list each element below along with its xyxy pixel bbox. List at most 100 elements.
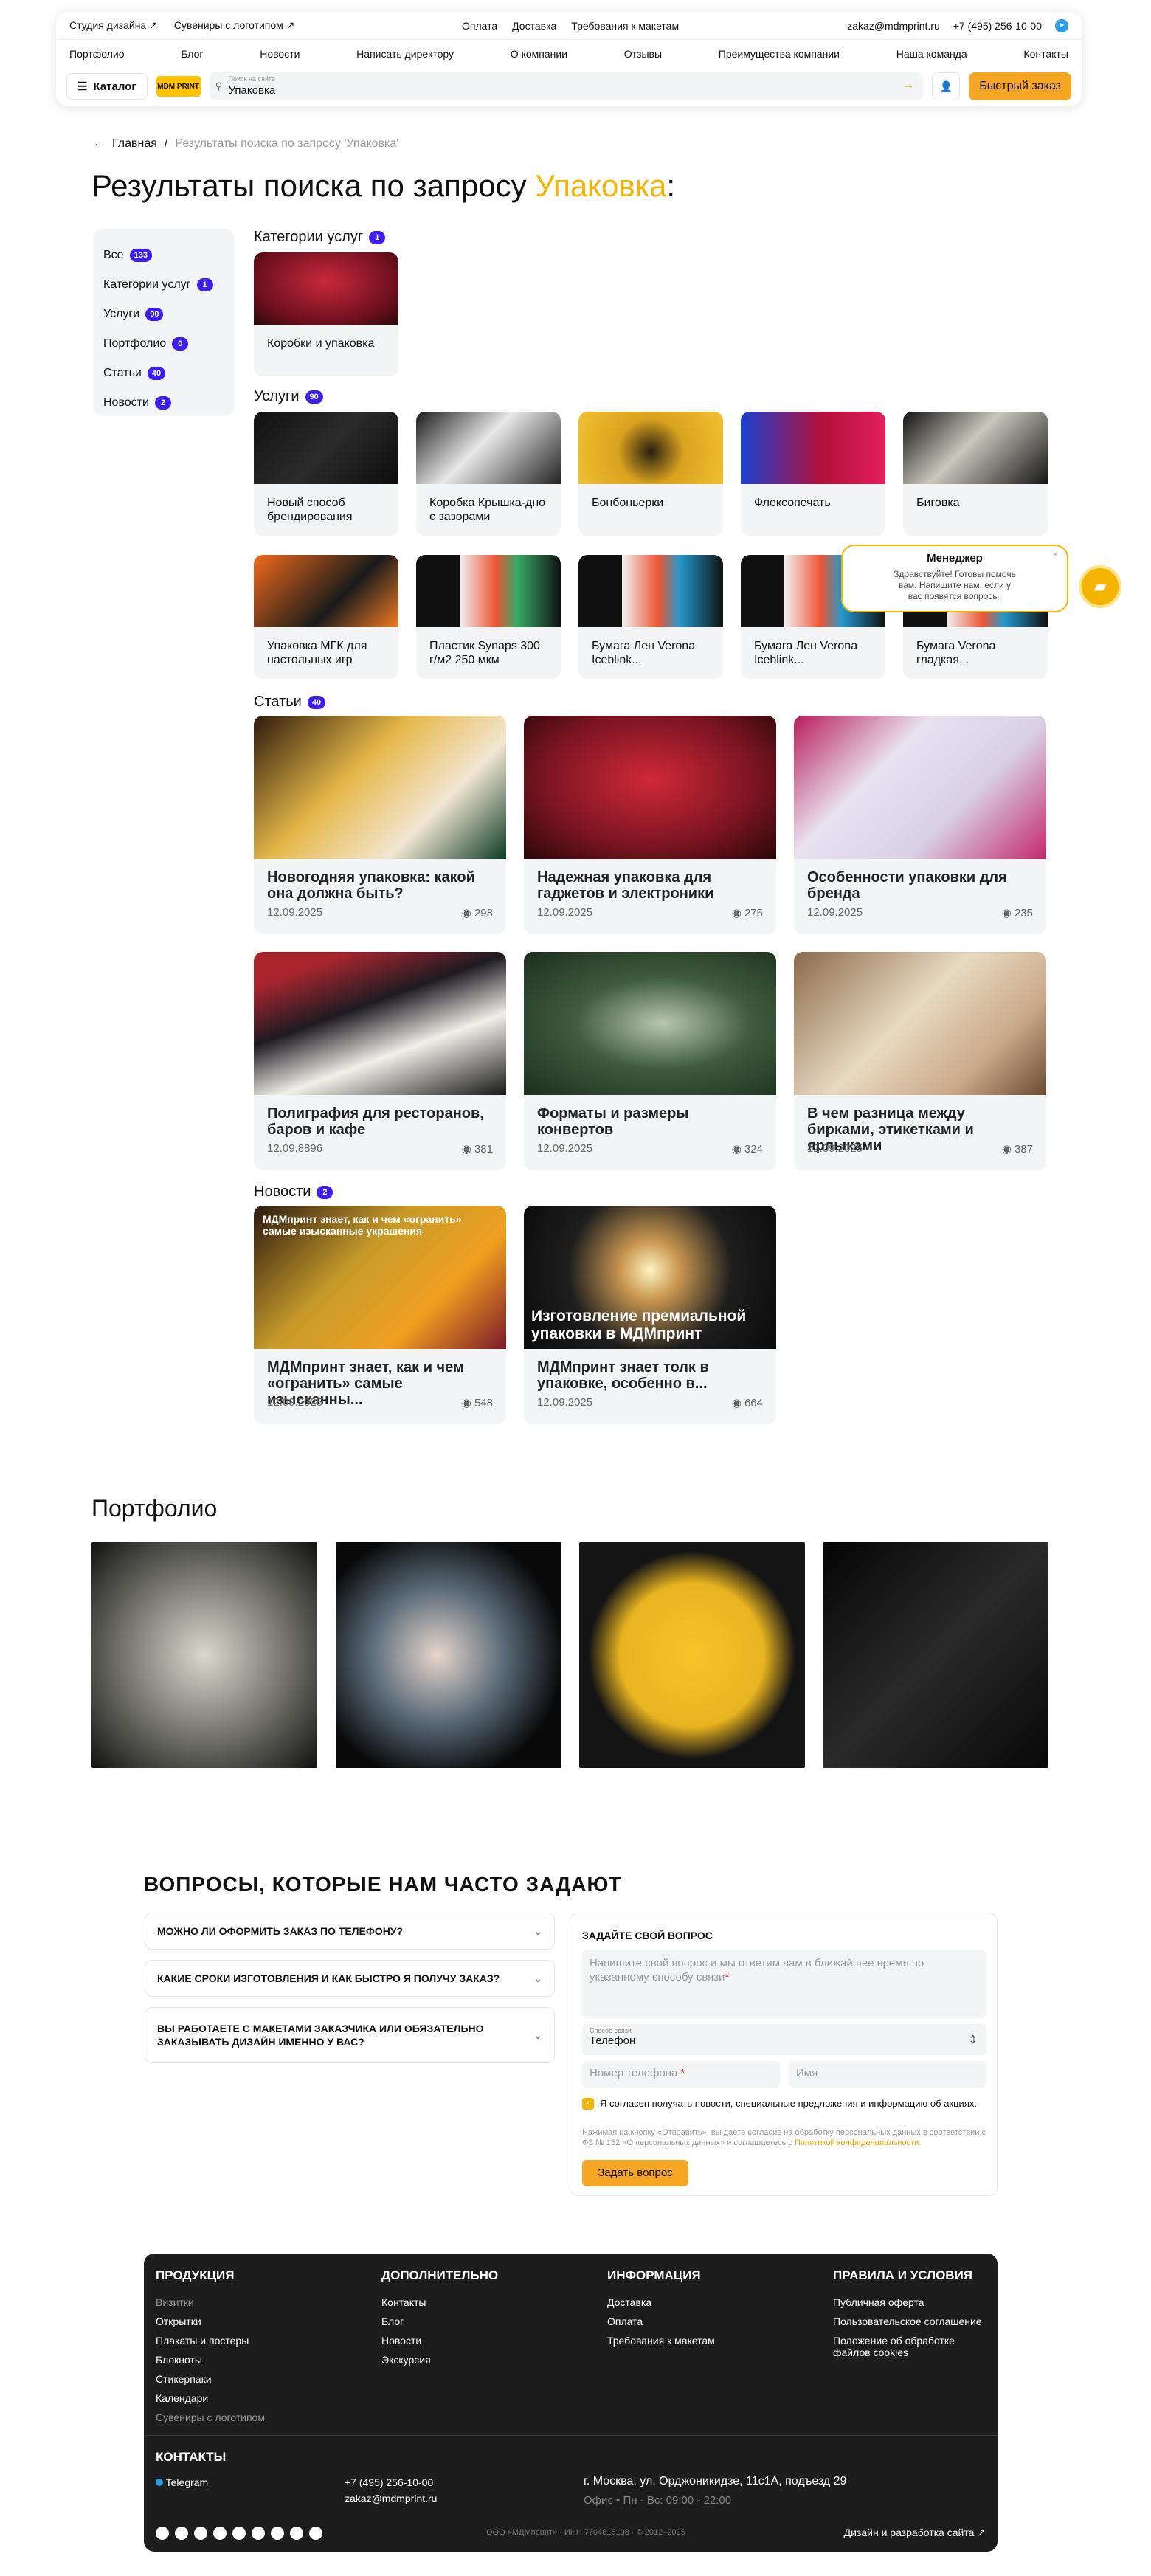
catalog-button[interactable]: ☰ Каталог: [66, 73, 148, 100]
payment-link[interactable]: Оплата: [462, 20, 497, 32]
footer-link[interactable]: Блог: [381, 2316, 498, 2327]
nav-write-director[interactable]: Написать директору: [356, 48, 454, 60]
article-card[interactable]: Особенности упаковки для бренда 12.09.202…: [794, 716, 1046, 934]
phone-field[interactable]: Номер телефона *: [582, 2061, 780, 2088]
footer-link[interactable]: Требования к макетам: [607, 2335, 715, 2347]
developer-link[interactable]: Дизайн и разработка сайта ↗: [844, 2527, 986, 2539]
youtube-icon[interactable]: [194, 2527, 207, 2540]
footer-link[interactable]: Календари: [156, 2392, 265, 2404]
footer-link[interactable]: Новости: [381, 2335, 498, 2347]
dzen-icon[interactable]: [232, 2527, 246, 2540]
service-card[interactable]: Коробка Крышка-дно с зазорами: [416, 412, 561, 536]
filter-all[interactable]: Все 133: [103, 241, 224, 270]
filter-news[interactable]: Новости 2: [103, 388, 224, 418]
category-card[interactable]: Коробки и упаковка: [254, 252, 398, 376]
telegram-icon[interactable]: ➤: [1055, 18, 1068, 32]
article-card[interactable]: Форматы и размеры конвертов 12.09.2025 ◉ 3…: [524, 952, 776, 1170]
article-image: [254, 952, 506, 1095]
article-card[interactable]: Надежная упаковка для гаджетов и электро…: [524, 716, 776, 934]
whatsapp-icon[interactable]: [309, 2527, 322, 2540]
footer-link[interactable]: Блокноты: [156, 2354, 265, 2366]
footer-link[interactable]: Публичная оферта: [833, 2296, 988, 2308]
contact-method-select[interactable]: Способ связи Телефон ⇕: [582, 2024, 986, 2055]
news-card[interactable]: МДМпринт знает, как и чем «огранить» сам…: [254, 1206, 506, 1424]
chat-message: Здравствуйте! Готовы помочь вам. Напишит…: [894, 569, 1016, 601]
service-card[interactable]: Биговка: [903, 412, 1048, 536]
nav-team[interactable]: Наша команда: [896, 48, 967, 60]
header-phone[interactable]: +7 (495) 256-10-00: [953, 20, 1042, 32]
portfolio-item[interactable]: [336, 1542, 561, 1768]
behance-icon[interactable]: [290, 2527, 303, 2540]
article-image: [254, 716, 506, 859]
close-icon[interactable]: ×: [1053, 549, 1058, 559]
nav-contacts[interactable]: Контакты: [1023, 48, 1068, 60]
nav-portfolio[interactable]: Портфолио: [69, 48, 125, 60]
breadcrumb-home[interactable]: Главная: [112, 137, 157, 151]
faq-item[interactable]: МОЖНО ЛИ ОФОРМИТЬ ЗАКАЗ ПО ТЕЛЕФОНУ? ⌄: [145, 1913, 555, 1950]
requirements-link[interactable]: Требования к макетам: [571, 20, 679, 32]
filter-articles[interactable]: Статьи 40: [103, 359, 224, 388]
user-account-button[interactable]: 👤: [932, 72, 961, 100]
search-input[interactable]: ⚲ Поиск на сайте Упаковка →: [209, 72, 924, 100]
service-card[interactable]: Бумага Лен Verona Iceblink...: [578, 555, 723, 679]
design-studio-link[interactable]: Студия дизайна ↗: [69, 19, 158, 32]
service-card[interactable]: Флексопечать: [741, 412, 885, 536]
name-field[interactable]: Имя: [789, 2061, 986, 2088]
tiktok-icon[interactable]: [271, 2527, 284, 2540]
back-arrow-icon[interactable]: ←: [93, 137, 105, 151]
footer-link[interactable]: Оплата: [607, 2316, 715, 2327]
search-submit-icon[interactable]: →: [902, 79, 914, 92]
footer-link[interactable]: Плакаты и постеры: [156, 2335, 265, 2347]
footer-phone[interactable]: +7 (495) 256-10-00: [345, 2476, 433, 2488]
footer-link[interactable]: Пользовательское соглашение: [833, 2316, 988, 2327]
portfolio-item[interactable]: [91, 1542, 317, 1768]
portfolio-item[interactable]: [579, 1542, 805, 1768]
submit-question-button[interactable]: Задать вопрос: [582, 2160, 688, 2186]
article-card[interactable]: Полиграфия для ресторанов, баров и кафе 1…: [254, 952, 506, 1170]
pinterest-icon[interactable]: [252, 2527, 265, 2540]
quick-order-button[interactable]: Быстрый заказ: [969, 72, 1071, 100]
chat-popup[interactable]: × Менеджер Здравствуйте! Готовы помочь в…: [841, 545, 1068, 612]
service-card[interactable]: Новый способ брендирования: [254, 412, 398, 536]
nav-news[interactable]: Новости: [260, 48, 300, 60]
footer-link[interactable]: Экскурсия: [381, 2354, 498, 2366]
footer-link[interactable]: Сувениры с логотипом: [156, 2411, 265, 2423]
nav-advantages[interactable]: Преимущества компании: [719, 48, 840, 60]
news-card[interactable]: Изготовление премиальной упаковки в МДМп…: [524, 1206, 776, 1424]
faq-item[interactable]: КАКИЕ СРОКИ ИЗГОТОВЛЕНИЯ И КАК БЫСТРО Я …: [145, 1960, 555, 1997]
telegram-link[interactable]: Telegram: [156, 2476, 208, 2488]
footer-link[interactable]: Контакты: [381, 2296, 498, 2308]
question-textarea[interactable]: Напишите свой вопрос и мы ответим вам в …: [582, 1950, 986, 2018]
footer-email[interactable]: zakaz@mdmprint.ru: [345, 2493, 437, 2504]
footer-link[interactable]: Визитки: [156, 2296, 265, 2308]
article-card[interactable]: В чем разница между бирками, этикетками …: [794, 952, 1046, 1170]
footer-link[interactable]: Доставка: [607, 2296, 715, 2308]
footer-link[interactable]: Открытки: [156, 2316, 265, 2327]
consent-checkbox[interactable]: ✓: [582, 2098, 594, 2110]
service-card[interactable]: Упаковка МГК для настольных игр: [254, 555, 398, 679]
portfolio-item[interactable]: [823, 1542, 1048, 1768]
service-image: [254, 555, 398, 627]
filter-categories[interactable]: Категории услуг 1: [103, 270, 224, 300]
article-views: 275: [744, 907, 763, 919]
delivery-link[interactable]: Доставка: [512, 20, 556, 32]
faq-item[interactable]: ВЫ РАБОТАЕТЕ С МАКЕТАМИ ЗАКАЗЧИКА ИЛИ ОБ…: [145, 2007, 555, 2063]
privacy-policy-link[interactable]: Политикой конфиденциальности.: [795, 2138, 921, 2147]
nav-reviews[interactable]: Отзывы: [624, 48, 662, 60]
header-email[interactable]: zakaz@mdmprint.ru: [847, 20, 939, 32]
filter-portfolio[interactable]: Портфолио 0: [103, 329, 224, 359]
telegram-icon[interactable]: [156, 2527, 169, 2540]
nav-blog[interactable]: Блог: [181, 48, 203, 60]
souvenirs-link[interactable]: Сувениры с логотипом ↗: [174, 19, 295, 32]
ok-icon[interactable]: [213, 2527, 227, 2540]
footer-link[interactable]: Стикерпаки: [156, 2373, 265, 2385]
nav-about[interactable]: О компании: [511, 48, 567, 60]
service-card[interactable]: Пластик Synaps 300 г/м2 250 мкм: [416, 555, 561, 679]
service-card[interactable]: Бонбоньерки: [578, 412, 723, 536]
footer-link[interactable]: Положение об обработке файлов cookies: [833, 2335, 988, 2358]
vk-icon[interactable]: [175, 2527, 188, 2540]
chat-button[interactable]: ▰: [1079, 565, 1121, 608]
filter-services[interactable]: Услуги 90: [103, 300, 224, 329]
site-logo[interactable]: MDM PRINT: [156, 76, 201, 97]
article-card[interactable]: Новогодняя упаковка: какой она должна бы…: [254, 716, 506, 934]
